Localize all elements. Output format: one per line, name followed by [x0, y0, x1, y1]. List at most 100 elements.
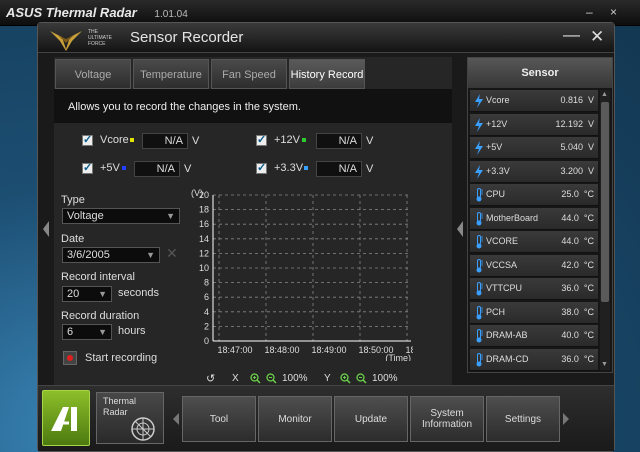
- lightning-icon: [475, 164, 483, 179]
- start-recording-button[interactable]: [63, 351, 77, 365]
- thermal-radar-button[interactable]: Thermal Radar: [96, 392, 164, 444]
- tab-temperature[interactable]: Temperature: [133, 59, 209, 89]
- 3v3-checkbox[interactable]: [256, 161, 267, 174]
- outer-minimize-button[interactable]: –: [586, 5, 593, 19]
- bottom-nav-bar: Thermal Radar Tool Monitor Update System…: [38, 385, 614, 451]
- nav-update-button[interactable]: Update: [334, 396, 408, 442]
- tuf-logo-text: THE ULTIMATE FORCE: [88, 29, 112, 47]
- y-tick-label: 6: [204, 292, 209, 302]
- 3v3-value: N/A: [316, 161, 362, 177]
- sensor-recorder-window: THE ULTIMATE FORCE Sensor Recorder — ✕ V…: [37, 22, 615, 452]
- x-zoom-out-icon[interactable]: [266, 373, 277, 384]
- tab-fan-speed[interactable]: Fan Speed: [211, 59, 287, 89]
- 12v-color-swatch: [302, 138, 306, 142]
- tuf-logo-icon: [50, 31, 82, 51]
- 3v3-label: +3.3V: [274, 162, 304, 174]
- panel-description: Allows you to record the changes in the …: [54, 89, 452, 123]
- vcore-checkbox[interactable]: [82, 133, 93, 146]
- sensor-name: +12V: [486, 118, 508, 129]
- window-title-bar: THE ULTIMATE FORCE Sensor Recorder — ✕: [38, 23, 614, 53]
- record-interval-select[interactable]: 20 ▼: [62, 286, 112, 302]
- thermometer-icon: [476, 305, 483, 319]
- scroll-up-icon[interactable]: ▲: [601, 91, 608, 98]
- y-zoom-out-icon[interactable]: [356, 373, 367, 384]
- chevron-down-icon: ▼: [98, 327, 107, 337]
- sensor-row: VCORE 44.0 °C: [470, 231, 598, 253]
- thermometer-icon: [476, 352, 483, 366]
- nav-right-arrow-icon[interactable]: [562, 412, 570, 426]
- sensor-row: MotherBoard 44.0 °C: [470, 207, 598, 230]
- vcore-unit: V: [192, 135, 200, 147]
- window-close-button[interactable]: ✕: [590, 27, 604, 47]
- sensor-value: 0.816 V: [560, 95, 594, 105]
- ai-suite-button[interactable]: [42, 390, 90, 446]
- sensor-scrollbar[interactable]: [600, 90, 610, 370]
- sensor-value: 25.0 °C: [561, 189, 594, 199]
- window-title: Sensor Recorder: [130, 29, 244, 46]
- reset-zoom-icon[interactable]: ↺: [206, 372, 215, 385]
- sensor-name: +5V: [486, 142, 503, 152]
- nav-monitor-button[interactable]: Monitor: [258, 396, 332, 442]
- y-tick-label: 18: [199, 205, 209, 215]
- record-interval-label: Record interval: [61, 271, 135, 283]
- 5v-color-swatch: [122, 166, 126, 170]
- x-tick-label: 18:49:00: [311, 345, 346, 355]
- thermometer-icon: [476, 282, 483, 296]
- nav-tool-button[interactable]: Tool: [182, 396, 256, 442]
- record-duration-unit: hours: [118, 325, 146, 337]
- clear-date-icon[interactable]: ✕: [166, 245, 178, 262]
- nav-left-arrow-icon[interactable]: [172, 412, 180, 426]
- left-scroll-arrow-icon[interactable]: [41, 219, 51, 239]
- 12v-value: N/A: [316, 133, 362, 149]
- panel-divider-arrow-icon[interactable]: [455, 219, 465, 239]
- history-chart: (V)0246810121416182018:47:00 18:48:00 18:4…: [191, 188, 413, 361]
- 5v-value: N/A: [134, 161, 180, 177]
- x-zoom-in-icon[interactable]: [250, 373, 261, 384]
- y-tick-label: 0: [204, 336, 209, 346]
- 5v-checkbox[interactable]: [82, 161, 93, 174]
- vcore-color-swatch: [130, 138, 134, 142]
- sensor-name: +3.3V: [486, 165, 510, 176]
- sensor-name: CPU: [486, 189, 506, 199]
- lightning-icon: [475, 117, 483, 132]
- sensor-header: Sensor: [468, 58, 612, 88]
- start-recording-label[interactable]: Start recording: [85, 352, 157, 364]
- sensor-row: Vcore 0.816 V: [470, 90, 598, 112]
- nav-settings-button[interactable]: Settings: [486, 396, 560, 442]
- x-zoom-value: 100%: [282, 373, 308, 384]
- tab-voltage[interactable]: Voltage: [55, 59, 131, 89]
- sensor-value: 12.192 V: [555, 118, 594, 129]
- ai-suite-logo-icon: [51, 407, 77, 431]
- record-duration-label: Record duration: [61, 310, 140, 322]
- sensor-scrollbar-thumb[interactable]: [601, 102, 609, 302]
- date-label: Date: [61, 233, 85, 245]
- date-select[interactable]: 3/6/2005 ▼: [62, 247, 160, 263]
- chevron-down-icon: ▼: [146, 250, 155, 260]
- x-tick-label: 18:48:00: [264, 345, 299, 355]
- sensor-row: DRAM-AB 40.0 °C: [470, 325, 598, 347]
- sensor-value: 44.0 °C: [561, 212, 594, 223]
- y-zoom-in-icon[interactable]: [340, 373, 351, 384]
- 5v-unit: V: [184, 163, 192, 175]
- sensor-row: DRAM-CD 36.0 °C: [470, 348, 598, 371]
- vcore-label: Vcore: [100, 134, 129, 146]
- sensor-row: VCCSA 42.0 °C: [470, 254, 598, 277]
- window-minimize-button[interactable]: —: [563, 25, 580, 45]
- sensor-name: DRAM-AB: [486, 330, 528, 340]
- scroll-down-icon[interactable]: ▼: [601, 361, 608, 368]
- sensor-name: MotherBoard: [486, 212, 539, 223]
- type-select[interactable]: Voltage ▼: [62, 208, 180, 224]
- sensor-panel: Sensor Vcore 0.816 V +12V 12.192 V +5V 5.040 …: [467, 57, 613, 373]
- chevron-down-icon: ▼: [166, 211, 175, 221]
- nav-system-information-button[interactable]: System Information: [410, 396, 484, 442]
- thermometer-icon: [476, 258, 483, 272]
- date-select-value: 3/6/2005: [67, 249, 110, 261]
- 12v-checkbox[interactable]: [256, 133, 267, 146]
- record-duration-select[interactable]: 6 ▼: [62, 324, 112, 340]
- sensor-name: DRAM-CD: [486, 353, 529, 364]
- y-tick-label: 2: [204, 321, 209, 331]
- x-tick-label: 18:47:00: [217, 345, 252, 355]
- tab-history-record[interactable]: History Record: [289, 59, 365, 89]
- outer-close-button[interactable]: ×: [610, 5, 617, 19]
- 5v-label: +5V: [100, 162, 120, 174]
